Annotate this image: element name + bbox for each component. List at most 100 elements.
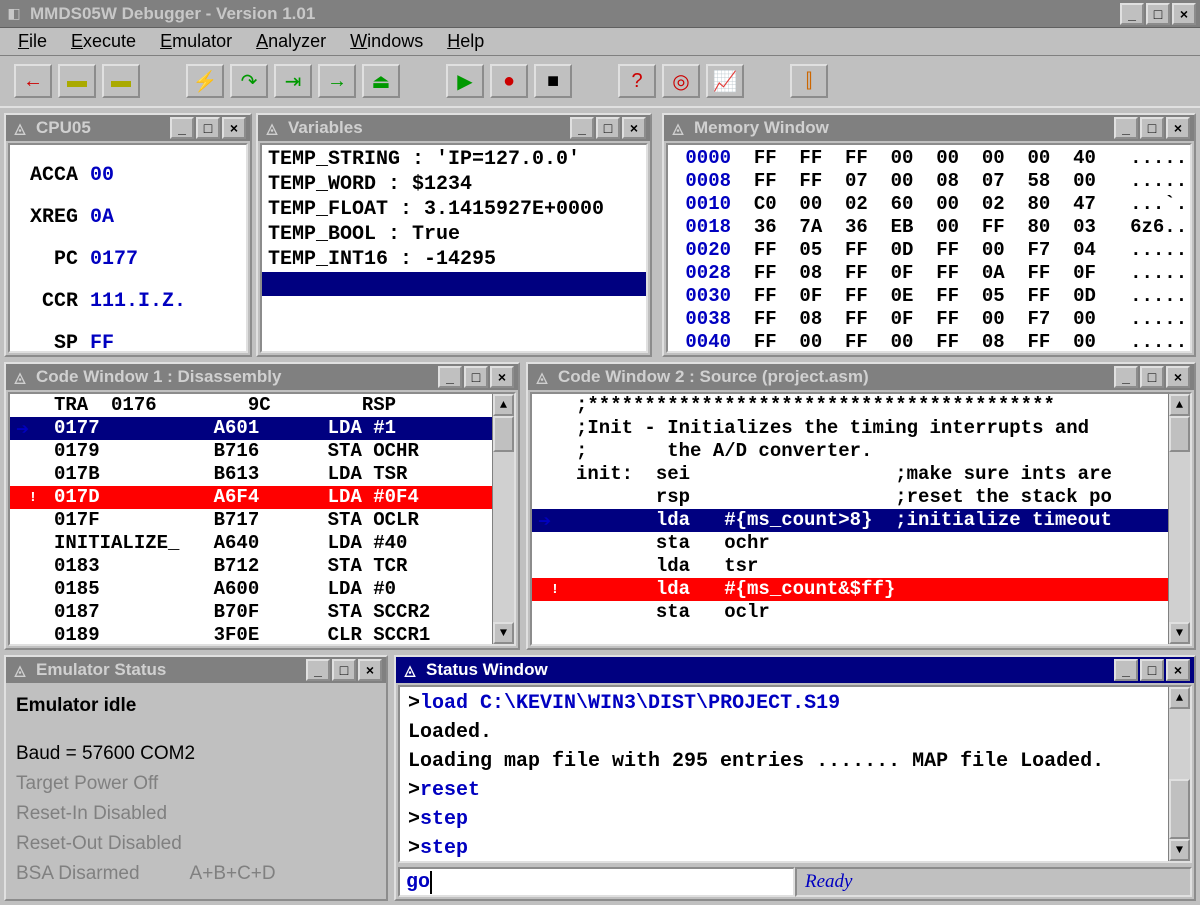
play-button[interactable]: ▶ (446, 64, 484, 98)
status-titlebar[interactable]: ◬ Status Window _□× (396, 657, 1194, 683)
code2-content: ;***************************************… (530, 392, 1192, 646)
code-line[interactable]: lda tsr (532, 555, 1190, 578)
cpu-window[interactable]: ◬ CPU05 _□× ACCA 00XREG 0A PC 0177 CCR 1… (4, 113, 252, 357)
minimize-button[interactable]: _ (1114, 659, 1138, 681)
mem-row: 0030 FF 0F FF 0E FF 05 FF 0D ........ (668, 285, 1190, 308)
record-button[interactable]: ● (490, 64, 528, 98)
cpu-titlebar[interactable]: ◬ CPU05 _□× (6, 115, 250, 141)
code-line[interactable]: 0189 3F0E CLR SCCR1 (10, 624, 514, 646)
scrollbar[interactable]: ▲▼ (1168, 394, 1190, 644)
code2-window[interactable]: ◬ Code Window 2 : Source (project.asm) _… (526, 362, 1196, 650)
emulator-status-window[interactable]: ◬ Emulator Status _□× Emulator idle Baud… (4, 655, 388, 901)
memory-window[interactable]: ◬ Memory Window _□× 0000 FF FF FF 00 00 … (662, 113, 1196, 357)
step-over-button[interactable]: ↷ (230, 64, 268, 98)
analyze-button[interactable]: ⫿ (790, 64, 828, 98)
close-button[interactable]: × (1166, 117, 1190, 139)
code2-titlebar[interactable]: ◬ Code Window 2 : Source (project.asm) _… (528, 364, 1194, 390)
code-line[interactable]: INITIALIZE_ A640 LDA #40 (10, 532, 514, 555)
code-line[interactable]: lda #{ms_count>8} ;initialize timeout➔ (532, 509, 1190, 532)
scroll-down-button[interactable]: ▼ (1169, 622, 1190, 644)
close-button[interactable]: × (358, 659, 382, 681)
minimize-button[interactable]: _ (438, 366, 462, 388)
scrollbar[interactable]: ▲▼ (1168, 687, 1190, 861)
scrollbar[interactable]: ▲▼ (492, 394, 514, 644)
menu-file[interactable]: File (8, 29, 57, 54)
target-button[interactable]: ◎ (662, 64, 700, 98)
minimize-button[interactable]: _ (1114, 366, 1138, 388)
close-button[interactable]: × (1166, 659, 1190, 681)
code-line[interactable]: 0185 A600 LDA #0 (10, 578, 514, 601)
scroll-thumb[interactable] (1169, 779, 1190, 839)
trace-button[interactable]: 📈 (706, 64, 744, 98)
scroll-thumb[interactable] (493, 416, 514, 452)
minimize-button[interactable]: _ (1114, 117, 1138, 139)
code-line[interactable]: 0187 B70F STA SCCR2 (10, 601, 514, 624)
maximize-button[interactable]: □ (196, 117, 220, 139)
code-line[interactable]: ;***************************************… (532, 394, 1190, 417)
maximize-button[interactable]: □ (1140, 366, 1164, 388)
goto-button[interactable]: ⏏ (362, 64, 400, 98)
close-button[interactable]: × (1166, 366, 1190, 388)
emulator-title: Emulator Status (36, 660, 306, 680)
menu-analyzer[interactable]: Analyzer (246, 29, 336, 54)
minimize-button[interactable]: _ (170, 117, 194, 139)
scroll-up-button[interactable]: ▲ (1169, 687, 1190, 709)
scroll-up-button[interactable]: ▲ (1169, 394, 1190, 416)
code-line[interactable]: TRA 0176 9C RSP (10, 394, 514, 417)
pc-arrow-icon: ➔ (16, 419, 29, 442)
code-line[interactable]: lda #{ms_count&$ff}! (532, 578, 1190, 601)
code-line[interactable]: 0177 A601 LDA #1➔ (10, 417, 514, 440)
step-into-button[interactable]: ⇥ (274, 64, 312, 98)
menu-help[interactable]: Help (437, 29, 494, 54)
chip2-button[interactable]: ▬ (102, 64, 140, 98)
code-line[interactable]: 017F B717 STA OCLR (10, 509, 514, 532)
close-button[interactable]: × (1172, 3, 1196, 25)
pc-arrow-icon: ➔ (538, 511, 551, 534)
emulator-titlebar[interactable]: ◬ Emulator Status _□× (6, 657, 386, 683)
maximize-button[interactable]: □ (1140, 117, 1164, 139)
menu-windows[interactable]: Windows (340, 29, 433, 54)
chip1-button[interactable]: ▬ (58, 64, 96, 98)
code-line[interactable]: 017B B613 LDA TSR (10, 463, 514, 486)
code1-window[interactable]: ◬ Code Window 1 : Disassembly _□× TRA 01… (4, 362, 520, 650)
maximize-button[interactable]: □ (1140, 659, 1164, 681)
memory-titlebar[interactable]: ◬ Memory Window _□× (664, 115, 1194, 141)
scroll-thumb[interactable] (1169, 416, 1190, 452)
stop-button[interactable]: ■ (534, 64, 572, 98)
code-line[interactable]: rsp ;reset the stack po (532, 486, 1190, 509)
close-button[interactable]: × (490, 366, 514, 388)
minimize-button[interactable]: _ (306, 659, 330, 681)
scroll-down-button[interactable]: ▼ (493, 622, 514, 644)
maximize-button[interactable]: □ (464, 366, 488, 388)
close-button[interactable]: × (622, 117, 646, 139)
code1-titlebar[interactable]: ◬ Code Window 1 : Disassembly _□× (6, 364, 518, 390)
log-line: >step (402, 805, 1188, 834)
maximize-button[interactable]: □ (1146, 3, 1170, 25)
code-line[interactable]: init: sei ;make sure ints are (532, 463, 1190, 486)
scroll-down-button[interactable]: ▼ (1169, 839, 1190, 861)
scroll-up-button[interactable]: ▲ (493, 394, 514, 416)
status-window[interactable]: ◬ Status Window _□× >load C:\KEVIN\WIN3\… (394, 655, 1196, 901)
menu-emulator[interactable]: Emulator (150, 29, 242, 54)
minimize-button[interactable]: _ (1120, 3, 1144, 25)
maximize-button[interactable]: □ (596, 117, 620, 139)
minimize-button[interactable]: _ (570, 117, 594, 139)
run-arrow-button[interactable]: → (318, 64, 356, 98)
command-input[interactable]: go (398, 867, 795, 897)
code-line[interactable]: sta oclr (532, 601, 1190, 624)
maximize-button[interactable]: □ (332, 659, 356, 681)
code-line[interactable]: sta ochr (532, 532, 1190, 555)
var-line: TEMP_WORD : $1234 (262, 172, 646, 197)
help-button[interactable]: ? (618, 64, 656, 98)
variables-window[interactable]: ◬ Variables _□× TEMP_STRING : 'IP=127.0.… (256, 113, 652, 357)
variables-titlebar[interactable]: ◬ Variables _□× (258, 115, 650, 141)
code-line[interactable]: 017D A6F4 LDA #0F4! (10, 486, 514, 509)
back-button[interactable]: ← (14, 64, 52, 98)
menu-execute[interactable]: Execute (61, 29, 146, 54)
close-button[interactable]: × (222, 117, 246, 139)
code-line[interactable]: ;Init - Initializes the timing interrupt… (532, 417, 1190, 440)
code-line[interactable]: ; the A/D converter. (532, 440, 1190, 463)
code-line[interactable]: 0179 B716 STA OCHR (10, 440, 514, 463)
code-line[interactable]: 0183 B712 STA TCR (10, 555, 514, 578)
lightning-button[interactable]: ⚡ (186, 64, 224, 98)
